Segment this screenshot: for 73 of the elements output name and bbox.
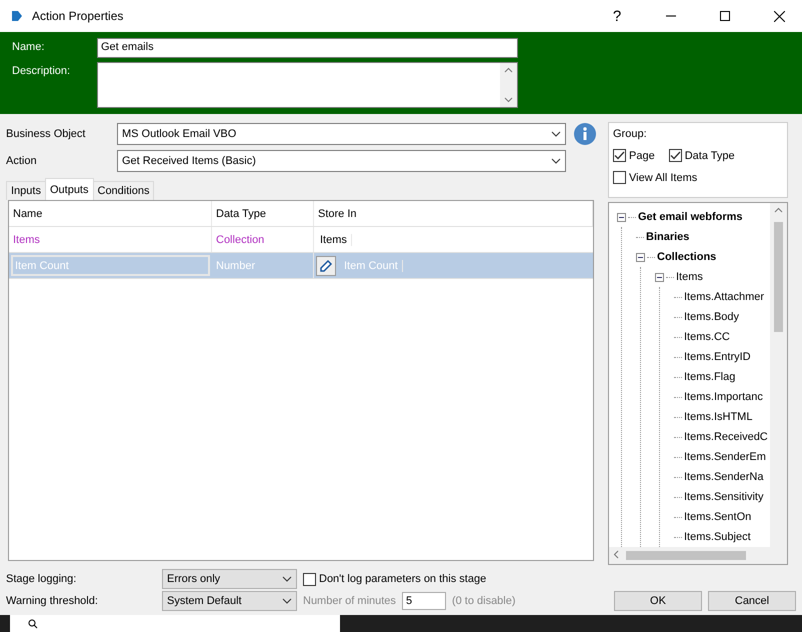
tree-item[interactable]: Collections — [657, 251, 716, 263]
tab[interactable]: Outputs — [44, 178, 94, 200]
stage-logging-dropdown[interactable]: Errors only — [162, 569, 297, 589]
info-icon[interactable] — [574, 123, 596, 145]
tree-item[interactable]: Items.Importanc — [684, 391, 763, 403]
name-field[interactable]: Get emails — [97, 38, 518, 58]
scroll-left-icon[interactable] — [612, 550, 621, 559]
checkbox[interactable]: Page — [613, 149, 655, 162]
vertical-scrollbar[interactable] — [770, 203, 787, 547]
column-header: Data Type — [212, 201, 314, 226]
column-header: Name — [9, 201, 212, 226]
table-cell: Number — [212, 253, 314, 278]
tree-item[interactable]: Items.SentOn — [684, 511, 752, 523]
collapse-icon[interactable] — [617, 212, 626, 222]
checkbox[interactable]: Data Type — [668, 149, 735, 162]
table-cell: Item Count — [340, 260, 403, 272]
tree-item[interactable]: Items.ReceivedC — [684, 431, 768, 443]
scrollbar-thumb[interactable] — [774, 222, 783, 332]
pencil-icon[interactable] — [316, 256, 336, 276]
scroll-up-icon[interactable] — [774, 206, 783, 215]
table-cell: Collection — [212, 227, 314, 252]
taskbar-search-field[interactable] — [10, 615, 340, 632]
column-header: Store In — [314, 201, 593, 226]
tab[interactable]: Conditions — [92, 181, 154, 200]
checkbox[interactable]: Don't log parameters on this stage — [303, 572, 486, 586]
dialog-button[interactable]: Cancel — [708, 591, 796, 611]
table-cell: Items — [316, 234, 352, 246]
scroll-up-icon[interactable] — [504, 66, 513, 75]
business-object-dropdown[interactable]: MS Outlook Email VBO — [117, 123, 566, 145]
tree-item[interactable]: Items.Flag — [684, 371, 736, 383]
collapse-icon[interactable] — [655, 272, 664, 282]
tree-item[interactable]: Binaries — [646, 231, 690, 243]
tree-item[interactable]: Items.Body — [684, 311, 740, 323]
disable-hint: (0 to disable) — [452, 595, 516, 607]
window-title: Action Properties — [32, 9, 124, 23]
check-icon — [670, 151, 681, 160]
tab[interactable]: Inputs — [6, 181, 46, 200]
name-label: Name: — [12, 40, 46, 55]
tree-item[interactable]: Items.Attachmer — [684, 291, 764, 303]
tree-item[interactable]: Items.Sensitivity — [684, 491, 764, 503]
description-field[interactable] — [97, 62, 518, 108]
horizontal-scrollbar[interactable] — [609, 547, 787, 564]
tree-item[interactable]: Items.Subject — [684, 531, 751, 543]
tree-item[interactable]: Items.CC — [684, 331, 730, 343]
minutes-field[interactable]: 5 — [402, 592, 446, 610]
table-cell: Items — [9, 227, 212, 252]
tree-item[interactable]: Items — [676, 271, 703, 283]
collapse-icon[interactable] — [636, 252, 645, 262]
warning-threshold-dropdown[interactable]: System Default — [162, 591, 297, 611]
description-label: Description: — [12, 64, 72, 79]
tree-item[interactable]: Items.SenderEm — [684, 451, 766, 463]
tree-item[interactable]: Get email webforms — [638, 211, 743, 223]
check-icon — [614, 151, 625, 160]
close-icon — [774, 10, 784, 22]
maximize-icon — [720, 11, 730, 21]
help-button[interactable]: ? — [594, 0, 640, 32]
tree-item[interactable]: Items.SenderNa — [684, 471, 764, 483]
tree-item[interactable]: Items.EntryID — [684, 351, 751, 363]
action-dropdown[interactable]: Get Received Items (Basic) — [117, 150, 566, 172]
tree-item[interactable]: Items.IsHTML — [684, 411, 752, 423]
stage-logging-label: Stage logging: — [6, 573, 78, 585]
business-object-label: Business Object — [6, 128, 86, 140]
warning-threshold-label: Warning threshold: — [6, 595, 99, 607]
app-icon — [10, 9, 24, 23]
table-row[interactable]: Items Collection Items — [9, 227, 593, 253]
group-label: Group: — [613, 128, 648, 140]
scroll-down-icon[interactable] — [504, 95, 513, 104]
dialog-button[interactable]: OK — [614, 591, 702, 611]
action-label: Action — [6, 155, 38, 167]
scrollbar-thumb[interactable] — [626, 551, 746, 560]
search-icon — [28, 619, 38, 629]
checkbox[interactable]: View All Items — [613, 171, 783, 184]
minutes-label: Number of minutes — [303, 595, 396, 607]
